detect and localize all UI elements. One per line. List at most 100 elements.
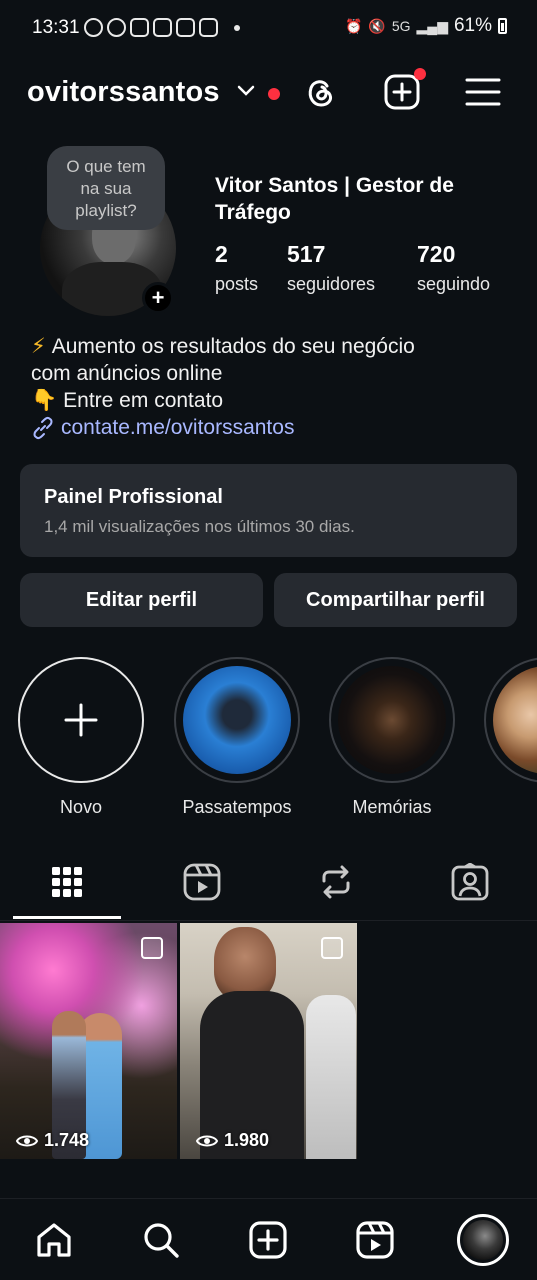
bio-link-text[interactable]: contate.me/ovitorssantos bbox=[61, 414, 294, 441]
profile-avatar-small bbox=[457, 1214, 509, 1266]
post-view-count: 1.748 bbox=[16, 1130, 89, 1151]
more-notifications-dot bbox=[234, 25, 240, 31]
stat-value: 517 bbox=[287, 241, 326, 267]
profile-header: ovitorssantos bbox=[0, 62, 537, 126]
threads-button[interactable] bbox=[298, 70, 342, 114]
highlight-new[interactable]: Novo bbox=[18, 657, 144, 818]
instagram-icon bbox=[199, 18, 218, 37]
account-notification-dot bbox=[268, 88, 280, 100]
stat-label: posts bbox=[215, 274, 259, 294]
whatsapp-icon bbox=[84, 18, 103, 37]
battery-icon bbox=[498, 18, 507, 34]
network-type: 5G bbox=[391, 18, 411, 34]
stat-followers[interactable]: 517 seguidores bbox=[287, 241, 375, 295]
home-icon bbox=[37, 1223, 71, 1257]
plus-icon: + bbox=[151, 285, 165, 310]
views-eye-icon bbox=[16, 1135, 38, 1146]
post-view-count: 1.980 bbox=[196, 1130, 269, 1151]
select-checkbox[interactable] bbox=[321, 937, 343, 959]
dashboard-subtitle: 1,4 mil visualizações nos últimos 30 dia… bbox=[44, 517, 355, 536]
nav-reels[interactable] bbox=[348, 1213, 402, 1267]
views-eye-icon bbox=[196, 1135, 218, 1146]
reels-icon bbox=[183, 863, 221, 901]
bio-link[interactable]: contate.me/ovitorssantos bbox=[31, 414, 511, 441]
tagged-user-icon bbox=[451, 863, 489, 901]
reels-icon bbox=[356, 1221, 394, 1259]
tab-reels[interactable] bbox=[148, 845, 256, 919]
nav-home[interactable] bbox=[27, 1213, 81, 1267]
profile-stats: 2 posts 517 seguidores 720 seguindo bbox=[215, 241, 525, 301]
tab-grid[interactable] bbox=[13, 845, 121, 919]
share-profile-button[interactable]: Compartilhar perfil bbox=[274, 573, 517, 627]
stat-label: seguidores bbox=[287, 274, 376, 294]
repost-icon bbox=[322, 865, 350, 899]
stat-label: seguindo bbox=[417, 274, 491, 294]
status-bar: 13:31 ⏰ 🔇 5G ▂▄▆ 61% bbox=[0, 0, 537, 56]
tab-reposts[interactable] bbox=[282, 845, 390, 919]
instagram-icon bbox=[153, 18, 172, 37]
notification-icons bbox=[84, 18, 218, 37]
post-person bbox=[214, 927, 276, 1001]
highlight-partial[interactable] bbox=[484, 657, 537, 797]
edit-profile-button[interactable]: Editar perfil bbox=[20, 573, 263, 627]
stat-value: 720 bbox=[417, 241, 456, 267]
link-icon bbox=[33, 416, 53, 439]
highlight-cover-image bbox=[338, 666, 446, 774]
bio-text: Aumento os resultados do seu negócio bbox=[51, 335, 415, 358]
threads-icon bbox=[308, 80, 332, 107]
nav-create[interactable] bbox=[241, 1213, 295, 1267]
professional-dashboard[interactable]: Painel Profissional 1,4 mil visualizaçõe… bbox=[20, 464, 517, 557]
highlight-cover-image bbox=[183, 666, 291, 774]
post-person bbox=[306, 995, 356, 1159]
pointing-hand-icon: 👇 bbox=[31, 389, 58, 412]
stat-following[interactable]: 720 seguindo bbox=[417, 241, 490, 295]
view-count-text: 1.748 bbox=[44, 1130, 90, 1150]
bio-line: ⚡ Aumento os resultados do seu negócio bbox=[31, 333, 511, 360]
highlight-ring bbox=[174, 657, 300, 783]
instagram-icon bbox=[130, 18, 149, 37]
add-story-badge[interactable]: + bbox=[142, 282, 174, 314]
signal-icon: ▂▄▆ bbox=[416, 17, 448, 34]
note-bubble[interactable]: O que tem na sua playlist? bbox=[47, 146, 165, 230]
select-checkbox[interactable] bbox=[141, 937, 163, 959]
highlight-label: Memórias bbox=[352, 797, 432, 817]
stat-posts[interactable]: 2 posts bbox=[215, 241, 258, 295]
profile-content-tabs bbox=[0, 845, 537, 921]
grid-post[interactable]: 1.748 bbox=[0, 923, 177, 1159]
nav-search[interactable] bbox=[134, 1213, 188, 1267]
highlight-ring bbox=[329, 657, 455, 783]
bio-text: com anúncios online bbox=[31, 362, 223, 385]
highlight-ring bbox=[484, 657, 537, 783]
bottom-navigation bbox=[0, 1198, 537, 1280]
highlight-memorias[interactable]: Memórias bbox=[329, 657, 455, 818]
mute-icon: 🔇 bbox=[368, 17, 386, 34]
create-button[interactable] bbox=[380, 68, 426, 114]
profile-bio: ⚡ Aumento os resultados do seu negócio c… bbox=[31, 333, 511, 441]
add-square-icon bbox=[249, 1221, 287, 1259]
stat-value: 2 bbox=[215, 241, 228, 267]
status-time: 13:31 bbox=[32, 17, 80, 38]
nav-profile[interactable] bbox=[456, 1213, 510, 1267]
dashboard-title: Painel Profissional bbox=[44, 486, 223, 508]
alarm-icon: ⏰ bbox=[344, 17, 363, 34]
tab-tagged[interactable] bbox=[416, 845, 524, 919]
menu-button[interactable] bbox=[461, 70, 505, 114]
highlight-passatempos[interactable]: Passatempos bbox=[174, 657, 300, 818]
highlight-ring bbox=[18, 657, 144, 783]
username-switcher[interactable]: ovitorssantos bbox=[27, 76, 220, 109]
bio-text: Entre em contato bbox=[63, 389, 224, 412]
lightning-icon: ⚡ bbox=[31, 335, 46, 358]
system-icons: ⏰ 🔇 5G ▂▄▆ 61% bbox=[345, 15, 507, 37]
grid-post[interactable]: 1.980 bbox=[180, 923, 357, 1159]
hamburger-menu-icon bbox=[465, 78, 501, 106]
view-count-text: 1.980 bbox=[224, 1130, 270, 1150]
profile-full-name: Vitor Santos | Gestor de Tráfego bbox=[215, 174, 454, 224]
bio-line: 👇 Entre em contato bbox=[31, 387, 511, 414]
highlight-label: Passatempos bbox=[182, 797, 292, 817]
instagram-icon bbox=[176, 18, 195, 37]
chevron-down-icon[interactable] bbox=[236, 84, 256, 98]
grid-icon bbox=[52, 867, 82, 897]
plus-icon bbox=[64, 703, 98, 737]
highlight-cover-image bbox=[493, 666, 537, 774]
threads-notification-icon bbox=[107, 18, 126, 37]
